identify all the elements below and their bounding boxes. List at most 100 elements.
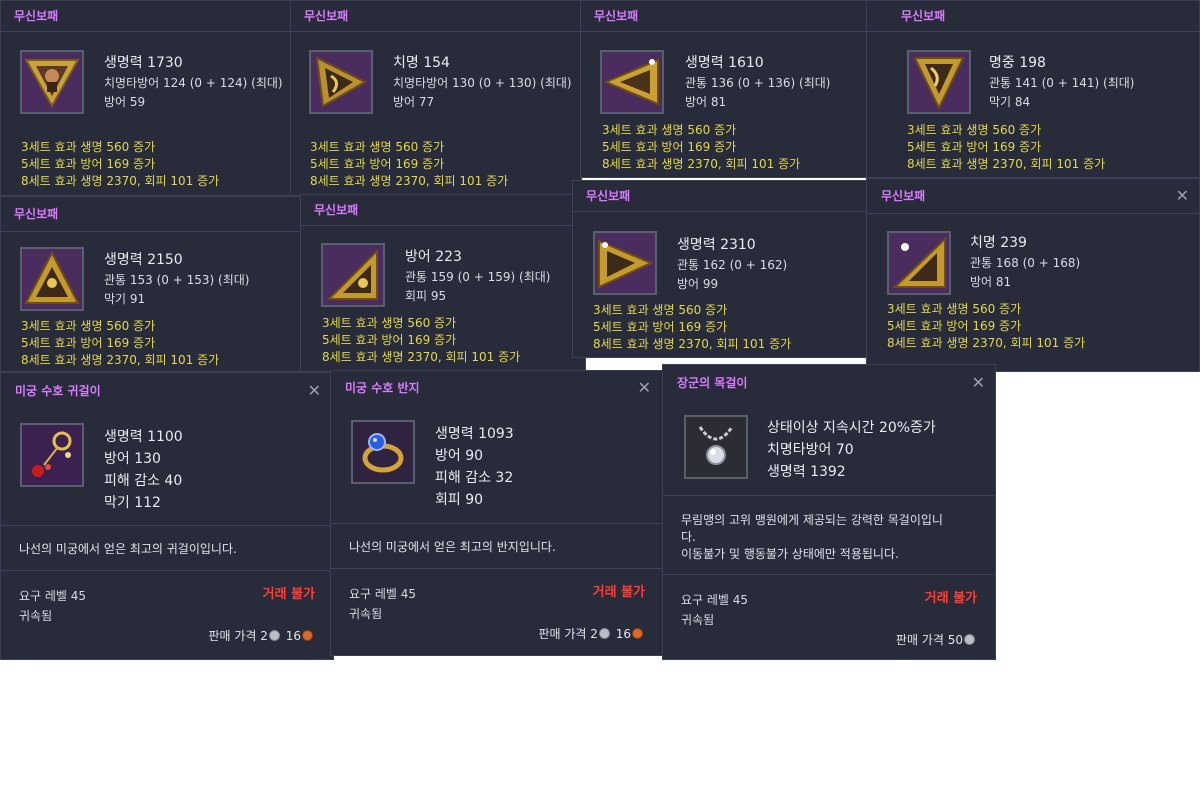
tooltip-boxing-1: 무신보패 생명력 1730 치명타방어 124 (0 + 124) (최대) 방… bbox=[0, 0, 300, 196]
set-effect-8: 8세트 효과 생명 2370, 회피 101 증가 bbox=[907, 157, 1106, 171]
price-label: 판매 가격 bbox=[538, 627, 587, 641]
stat-line: 방어 130 bbox=[104, 451, 161, 467]
close-icon[interactable]: ✕ bbox=[308, 373, 321, 409]
set-effect-3: 3세트 효과 생명 560 증가 bbox=[887, 302, 1022, 316]
copper-coin-icon bbox=[302, 630, 313, 641]
stat-line: 막기 91 bbox=[104, 292, 146, 306]
stat-line: 치명타방어 124 (0 + 124) (최대) bbox=[104, 76, 283, 90]
stat-line: 치명타방어 70 bbox=[767, 442, 854, 458]
triangle-gold-icon bbox=[887, 231, 951, 295]
set-effects: 3세트 효과 생명 560 증가 5세트 효과 방어 169 증가 8세트 효과… bbox=[310, 139, 508, 190]
set-effect-5: 5세트 효과 방어 169 증가 bbox=[322, 333, 457, 347]
set-effects: 3세트 효과 생명 560 증가 5세트 효과 방어 169 증가 8세트 효과… bbox=[21, 139, 219, 190]
set-effect-5: 5세트 효과 방어 169 증가 bbox=[593, 320, 728, 334]
set-effect-8: 8세트 효과 생명 2370, 회피 101 증가 bbox=[593, 337, 792, 351]
item-title: 장군의 목걸이 ✕ bbox=[663, 365, 995, 401]
trade-restriction: 거래 불가 bbox=[924, 591, 977, 606]
silver-coin-icon bbox=[598, 628, 610, 639]
stat-line: 막기 112 bbox=[104, 495, 161, 511]
stat-line: 방어 81 bbox=[970, 275, 1012, 289]
set-effect-3: 3세트 효과 생명 560 증가 bbox=[593, 303, 728, 317]
sell-price: 판매 가격 2 16 bbox=[538, 625, 645, 642]
triangle-gold-icon bbox=[600, 50, 664, 114]
item-footer: 요구 레벨 45 귀속됨 거래 불가 판매 가격 2 16 bbox=[331, 585, 663, 645]
set-effects: 3세트 효과 생명 560 증가 5세트 효과 방어 169 증가 8세트 효과… bbox=[593, 302, 791, 353]
close-icon[interactable]: ✕ bbox=[972, 365, 985, 401]
stat-list: 생명력 1100 방어 130 피해 감소 40 막기 112 bbox=[104, 426, 324, 514]
item-footer: 요구 레벨 45 귀속됨 거래 불가 판매 가격 2 16 bbox=[1, 587, 333, 647]
item-description: 나선의 미궁에서 얻은 최고의 귀걸이입니다. bbox=[1, 525, 333, 571]
necklace-icon bbox=[684, 415, 748, 479]
stat-list: 생명력 1730 치명타방어 124 (0 + 124) (최대) 방어 59 bbox=[104, 53, 294, 112]
stat-list: 생명력 1610 관통 136 (0 + 136) (최대) 방어 81 bbox=[685, 53, 870, 112]
item-title: 미궁 수호 반지 ✕ bbox=[331, 371, 663, 405]
item-description: 나선의 미궁에서 얻은 최고의 반지입니다. bbox=[331, 523, 663, 569]
item-title-text: 장군의 목걸이 bbox=[677, 376, 748, 390]
set-effect-5: 5세트 효과 방어 169 증가 bbox=[602, 140, 737, 154]
item-title-text: 무신보패 bbox=[881, 189, 926, 203]
description-line: 무림맹의 고위 맹원에게 제공되는 강력한 목걸이입니 bbox=[681, 513, 943, 527]
description-line: 다. bbox=[681, 530, 696, 544]
trade-restriction: 거래 불가 bbox=[592, 585, 645, 600]
triangle-gold-icon bbox=[20, 247, 84, 311]
stat-line: 생명력 2310 bbox=[677, 237, 756, 253]
description-line: 나선의 미궁에서 얻은 최고의 반지입니다. bbox=[349, 540, 556, 554]
price-silver: 50 bbox=[947, 633, 963, 647]
stat-line: 생명력 1392 bbox=[767, 464, 846, 480]
item-title-text: 미궁 수호 반지 bbox=[345, 381, 420, 395]
stat-line: 생명력 1730 bbox=[104, 55, 183, 71]
set-effects: 3세트 효과 생명 560 증가 5세트 효과 방어 169 증가 8세트 효과… bbox=[322, 315, 520, 366]
stat-line: 방어 59 bbox=[104, 95, 146, 109]
triangle-face-icon bbox=[20, 50, 84, 114]
stat-line: 생명력 1093 bbox=[435, 426, 514, 442]
bound-status: 귀속됨 bbox=[19, 609, 53, 623]
set-effect-5: 5세트 효과 방어 169 증가 bbox=[310, 157, 445, 171]
stat-line: 방어 77 bbox=[393, 95, 435, 109]
stat-line: 명중 198 bbox=[989, 55, 1046, 71]
stat-line: 관통 153 (0 + 153) (최대) bbox=[104, 273, 250, 287]
tooltip-earring: 미궁 수호 귀걸이 ✕ 생명력 1100 방어 130 피해 감소 40 막기 … bbox=[0, 372, 334, 660]
triangle-gold-icon bbox=[309, 50, 373, 114]
stat-list: 생명력 2150 관통 153 (0 + 153) (최대) 막기 91 bbox=[104, 250, 299, 309]
stat-list: 치명 154 치명타방어 130 (0 + 130) (최대) 방어 77 bbox=[393, 53, 578, 112]
set-effects: 3세트 효과 생명 560 증가 5세트 효과 방어 169 증가 8세트 효과… bbox=[907, 122, 1105, 173]
set-effect-3: 3세트 효과 생명 560 증가 bbox=[21, 319, 156, 333]
stat-line: 관통 141 (0 + 141) (최대) bbox=[989, 76, 1135, 90]
stat-line: 치명 154 bbox=[393, 55, 450, 71]
trade-restriction: 거래 불가 bbox=[262, 587, 315, 602]
stat-line: 치명타방어 130 (0 + 130) (최대) bbox=[393, 76, 572, 90]
stat-line: 방어 90 bbox=[435, 448, 484, 464]
silver-coin-icon bbox=[268, 630, 280, 641]
set-effect-5: 5세트 효과 방어 169 증가 bbox=[887, 319, 1022, 333]
stat-line: 생명력 1610 bbox=[685, 55, 764, 71]
stat-line: 회피 90 bbox=[435, 492, 484, 508]
stat-line: 생명력 1100 bbox=[104, 429, 183, 445]
stat-list: 방어 223 관통 159 (0 + 159) (최대) 회피 95 bbox=[405, 247, 585, 306]
stat-line: 생명력 2150 bbox=[104, 252, 183, 268]
set-effect-8: 8세트 효과 생명 2370, 회피 101 증가 bbox=[21, 174, 220, 188]
sell-price: 판매 가격 50 bbox=[896, 631, 977, 648]
required-level: 요구 레벨 45 bbox=[19, 589, 87, 603]
stat-list: 치명 239 관통 168 (0 + 168) 방어 81 bbox=[970, 233, 1195, 292]
stat-list: 생명력 2310 관통 162 (0 + 162) 방어 99 bbox=[677, 235, 862, 294]
set-effect-3: 3세트 효과 생명 560 증가 bbox=[322, 316, 457, 330]
stat-line: 관통 136 (0 + 136) (최대) bbox=[685, 76, 831, 90]
tooltip-boxing-4: 무신보패 명중 198 관통 141 (0 + 141) (최대) 막기 84 … bbox=[866, 0, 1200, 178]
set-effect-8: 8세트 효과 생명 2370, 회피 101 증가 bbox=[887, 336, 1086, 350]
close-icon[interactable]: ✕ bbox=[638, 371, 651, 405]
tooltip-necklace: 장군의 목걸이 ✕ 상태이상 지속시간 20%증가 치명타방어 70 생명력 1… bbox=[662, 364, 996, 660]
stat-line: 치명 239 bbox=[970, 235, 1027, 251]
triangle-gold-icon bbox=[907, 50, 971, 114]
close-icon[interactable]: ✕ bbox=[1176, 179, 1189, 213]
stat-line: 관통 159 (0 + 159) (최대) bbox=[405, 270, 551, 284]
earring-icon bbox=[20, 423, 84, 487]
item-title: 미궁 수호 귀걸이 ✕ bbox=[1, 373, 333, 409]
stat-line: 피해 감소 32 bbox=[435, 470, 514, 486]
tooltip-ring: 미궁 수호 반지 ✕ 생명력 1093 방어 90 피해 감소 32 회피 90… bbox=[330, 370, 664, 656]
price-copper: 16 bbox=[285, 629, 301, 643]
set-effects: 3세트 효과 생명 560 증가 5세트 효과 방어 169 증가 8세트 효과… bbox=[602, 122, 800, 173]
stat-line: 피해 감소 40 bbox=[104, 473, 183, 489]
stat-line: 관통 162 (0 + 162) bbox=[677, 258, 788, 272]
description-line: 이동불가 및 행동불가 상태에만 적용됩니다. bbox=[681, 547, 899, 561]
set-effects: 3세트 효과 생명 560 증가 5세트 효과 방어 169 증가 8세트 효과… bbox=[887, 301, 1085, 352]
